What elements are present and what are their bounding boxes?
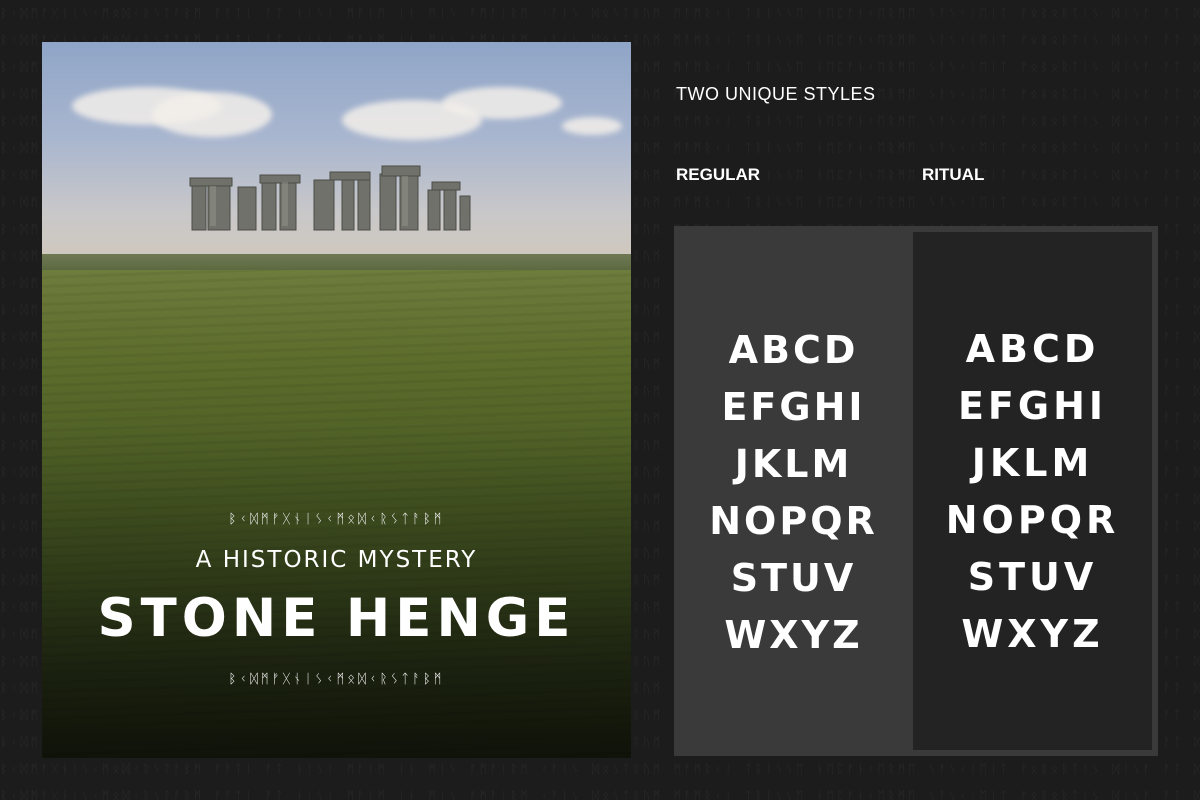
styles-heading: TWO UNIQUE STYLES: [676, 84, 876, 104]
regular-glyph-row: NOPQR: [709, 499, 878, 543]
ritual-glyph-row: EFGHI: [957, 384, 1108, 428]
regular-glyph-row: WXYZ: [724, 613, 863, 657]
regular-glyph-column: ABCD EFGHI JKLM NOPQR STUV WXYZ: [674, 322, 913, 664]
poster-rune-line-bottom: ᛒᚲᛞᛗᚠᚷᚾᛁᛊᚲᛗᛟᛞᚲᚱᛊᛏᚨᛒᛗ: [228, 672, 445, 687]
ritual-glyph-row: STUV: [967, 555, 1098, 599]
stonehenge-stones-illustration: [189, 165, 471, 231]
stonehenge-poster: ᛒᚲᛞᛗᚠᚷᚾᛁᛊᚲᛗᛟᛞᚲᚱᛊᛏᚨᛒᛗ A HISTORIC MYSTERY …: [42, 42, 631, 758]
poster-rune-line-top: ᛒᚲᛞᛗᚠᚷᚾᛁᛊᚲᛗᛟᛞᚲᚱᛊᛏᚨᛒᛗ: [228, 512, 445, 527]
ritual-glyph-row: ABCD: [965, 327, 1100, 371]
ritual-style-label: RITUAL: [922, 165, 985, 184]
rune-pattern-line: ᛒᚲᛞᛗᚠᚷᚾᛁᛊᚲᛗᛟᛞᚲᚱᛊᛏᚨᛒᛗ ᚠᚨᛏᛁ ᚨᛏ ᚾᛁᛊᛁ ᛗᚨᛁᛗ ᛁ…: [0, 762, 1200, 776]
ritual-glyph-row: JKLM: [971, 441, 1094, 485]
rune-pattern-line: ᛒᚲᛞᛗᚠᚷᚾᛁᛊᚲᛗᛟᛞᚲᚱᛊᛏᚨᛒᛗ ᚠᚨᛏᛁ ᚨᛏ ᚾᛁᛊᛁ ᛗᚨᛁᛗ ᛁ…: [0, 789, 1200, 800]
poster-subtitle: A HISTORIC MYSTERY: [195, 547, 478, 573]
rune-pattern-line: ᛒᚲᛞᛗᚠᚷᚾᛁᛊᚲᛗᛟᛞᚲᚱᛊᛏᚨᛒᛗ ᚠᚨᛏᛁ ᚨᛏ ᚾᛁᛊᛁ ᛗᚨᛁᛗ ᛁ…: [0, 6, 1200, 20]
regular-glyph-row: JKLM: [734, 442, 853, 486]
ritual-glyph-row: WXYZ: [961, 612, 1104, 656]
ritual-glyph-column: ABCD EFGHI JKLM NOPQR STUV WXYZ: [913, 321, 1152, 663]
regular-style-label: REGULAR: [676, 165, 761, 184]
glyph-showcase-panel: ABCD EFGHI JKLM NOPQR STUV WXYZ ABCD EFG…: [674, 226, 1158, 756]
poster-title: STONE HENGE: [97, 588, 576, 649]
regular-glyph-row: ABCD: [728, 328, 859, 372]
regular-glyph-row: EFGHI: [721, 385, 866, 429]
regular-glyph-row: STUV: [730, 556, 857, 600]
ritual-glyph-row: NOPQR: [945, 498, 1120, 542]
